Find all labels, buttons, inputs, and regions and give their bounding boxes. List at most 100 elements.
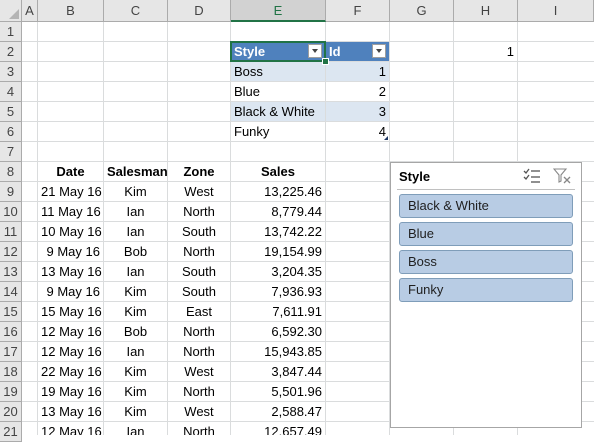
table-cell-id[interactable]: 1 [326,62,389,81]
clear-filter-icon[interactable] [553,168,571,184]
fill-handle[interactable] [322,58,329,65]
sales-cell-salesman[interactable]: Ian [104,202,167,221]
sales-cell-zone[interactable]: North [168,202,230,221]
sales-cell-date[interactable]: 12 May 16 [38,422,103,435]
sales-header-zone[interactable]: Zone [168,162,230,181]
row-header-10[interactable]: 10 [0,202,22,222]
table-cell-style[interactable]: Funky [231,122,325,141]
sales-cell-salesman[interactable]: Ian [104,422,167,435]
sales-cell-zone[interactable]: West [168,182,230,201]
sales-cell-date[interactable]: 22 May 16 [38,362,103,381]
column-header-c[interactable]: C [104,0,168,22]
sales-cell-sales[interactable]: 12,657.49 [231,422,325,435]
row-header-9[interactable]: 9 [0,182,22,202]
table-cell-style[interactable]: Blue [231,82,325,101]
row-header-21[interactable]: 21 [0,422,22,442]
sales-cell-zone[interactable]: West [168,362,230,381]
column-header-d[interactable]: D [168,0,231,22]
sales-cell-sales[interactable]: 13,225.46 [231,182,325,201]
slicer-item-boss[interactable]: Boss [399,250,573,274]
filter-dropdown-icon[interactable] [372,44,386,58]
sales-cell-sales[interactable]: 15,943.85 [231,342,325,361]
sales-cell-salesman[interactable]: Ian [104,262,167,281]
sales-cell-sales[interactable]: 6,592.30 [231,322,325,341]
sales-cell-date[interactable]: 12 May 16 [38,322,103,341]
sales-cell-zone[interactable]: North [168,382,230,401]
slicer-item-funky[interactable]: Funky [399,278,573,302]
sales-cell-date[interactable]: 11 May 16 [38,202,103,221]
row-header-19[interactable]: 19 [0,382,22,402]
slicer-item-blue[interactable]: Blue [399,222,573,246]
sales-cell-salesman[interactable]: Bob [104,242,167,261]
row-header-8[interactable]: 8 [0,162,22,182]
row-header-18[interactable]: 18 [0,362,22,382]
style-slicer[interactable]: Style Black & White Blue Boss Funky [390,162,582,428]
sales-cell-salesman[interactable]: Kim [104,282,167,301]
row-header-14[interactable]: 14 [0,282,22,302]
sales-header-date[interactable]: Date [38,162,103,181]
row-header-16[interactable]: 16 [0,322,22,342]
row-header-1[interactable]: 1 [0,22,22,42]
row-header-5[interactable]: 5 [0,102,22,122]
column-header-f[interactable]: F [326,0,390,22]
sales-cell-date[interactable]: 13 May 16 [38,402,103,421]
table-header-style[interactable]: Style [231,42,325,61]
sales-cell-sales[interactable]: 13,742.22 [231,222,325,241]
sales-cell-zone[interactable]: North [168,322,230,341]
table-cell-id[interactable]: 3 [326,102,389,121]
sales-cell-zone[interactable]: South [168,262,230,281]
sales-cell-salesman[interactable]: Kim [104,402,167,421]
column-header-e[interactable]: E [231,0,326,22]
row-header-7[interactable]: 7 [0,142,22,162]
sales-cell-sales[interactable]: 8,779.44 [231,202,325,221]
sales-cell-date[interactable]: 13 May 16 [38,262,103,281]
sales-cell-salesman[interactable]: Kim [104,362,167,381]
sales-cell-date[interactable]: 19 May 16 [38,382,103,401]
sales-cell-zone[interactable]: North [168,422,230,435]
sales-cell-date[interactable]: 21 May 16 [38,182,103,201]
table-cell-id[interactable]: 2 [326,82,389,101]
table-resize-handle[interactable] [384,136,388,140]
sales-cell-sales[interactable]: 5,501.96 [231,382,325,401]
sales-cell-date[interactable]: 15 May 16 [38,302,103,321]
sales-cell-salesman[interactable]: Kim [104,302,167,321]
sales-header-salesman[interactable]: Salesman [104,162,167,181]
column-header-i[interactable]: I [518,0,594,22]
sales-cell-date[interactable]: 12 May 16 [38,342,103,361]
sales-cell-sales[interactable]: 7,936.93 [231,282,325,301]
sales-cell-zone[interactable]: East [168,302,230,321]
row-header-17[interactable]: 17 [0,342,22,362]
sales-cell-salesman[interactable]: Bob [104,322,167,341]
sales-cell-sales[interactable]: 19,154.99 [231,242,325,261]
sales-cell-zone[interactable]: South [168,222,230,241]
table-cell-style[interactable]: Boss [231,62,325,81]
sales-cell-zone[interactable]: South [168,282,230,301]
column-header-a[interactable]: A [22,0,38,22]
row-header-13[interactable]: 13 [0,262,22,282]
row-header-12[interactable]: 12 [0,242,22,262]
sales-cell-zone[interactable]: North [168,242,230,261]
table-header-id[interactable]: Id [326,42,389,61]
sales-cell-salesman[interactable]: Kim [104,182,167,201]
select-all-corner[interactable] [0,0,22,22]
table-cell-style[interactable]: Black & White [231,102,325,121]
sales-cell-zone[interactable]: North [168,342,230,361]
row-header-4[interactable]: 4 [0,82,22,102]
cell-h2[interactable]: 1 [454,42,517,61]
column-header-g[interactable]: G [390,0,454,22]
multi-select-icon[interactable] [523,168,541,184]
filter-dropdown-icon[interactable] [308,44,322,58]
row-header-2[interactable]: 2 [0,42,22,62]
sales-cell-sales[interactable]: 3,204.35 [231,262,325,281]
sales-cell-date[interactable]: 9 May 16 [38,282,103,301]
row-header-3[interactable]: 3 [0,62,22,82]
sales-cell-salesman[interactable]: Ian [104,222,167,241]
row-header-20[interactable]: 20 [0,402,22,422]
sales-cell-sales[interactable]: 2,588.47 [231,402,325,421]
column-header-b[interactable]: B [38,0,104,22]
sales-cell-salesman[interactable]: Ian [104,342,167,361]
row-header-11[interactable]: 11 [0,222,22,242]
sales-cell-sales[interactable]: 3,847.44 [231,362,325,381]
row-header-6[interactable]: 6 [0,122,22,142]
column-header-h[interactable]: H [454,0,518,22]
